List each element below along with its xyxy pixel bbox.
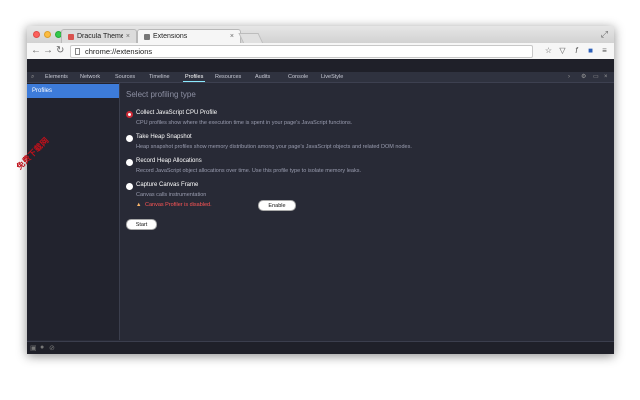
dock-icon[interactable]: ▭ [593,72,599,82]
back-arrow-icon[interactable]: ← [31,44,41,58]
tab-sources[interactable]: Sources [115,72,135,82]
tab-favicon-icon [68,33,74,40]
option-description: Canvas calls instrumentation [136,192,207,198]
tab-network[interactable]: Network [80,72,100,82]
function-icon[interactable]: f [571,45,582,56]
canvas-warning: ▲ Canvas Profiler is disabled. [136,202,212,208]
tab-audits[interactable]: Audits [255,72,270,82]
browser-window: Dracula Theme for DevTo × Extensions × ⤢… [27,26,614,354]
option-title: Collect JavaScript CPU Profile [136,110,218,116]
panel-heading: Select profiling type [126,90,196,99]
radio-canvas-frame[interactable] [126,183,133,190]
close-tab-icon[interactable]: × [230,33,234,40]
profiles-sidebar: Profiles [27,83,120,340]
search-icon[interactable]: ⌕ [31,72,34,82]
dock-toggle-icon[interactable]: ▣ [30,344,37,352]
page-icon [75,48,80,55]
clear-icon[interactable]: ⊘ [49,344,55,352]
tab-resources[interactable]: Resources [215,72,241,82]
gear-icon[interactable]: ⚙ [581,72,586,82]
fullscreen-icon[interactable]: ⤢ [601,29,608,40]
warning-text: Canvas Profiler is disabled. [144,202,212,208]
address-bar[interactable]: chrome://extensions [70,45,533,58]
pocket-icon[interactable]: ▽ [557,45,568,56]
option-description: CPU profiles show where the execution ti… [136,120,353,126]
tab-title: Extensions [153,33,188,40]
tab-profiles[interactable]: Profiles [182,72,206,82]
window-controls [33,31,62,38]
close-tab-icon[interactable]: × [126,33,130,40]
minimize-window-icon[interactable] [44,31,51,38]
radio-cpu-profile[interactable] [126,111,133,118]
option-title: Take Heap Snapshot [136,134,192,140]
start-button[interactable]: Start [126,219,157,230]
warning-icon: ▲ [136,202,142,208]
enable-button[interactable]: Enable [258,200,296,211]
option-title: Record Heap Allocations [136,158,202,164]
reload-icon[interactable]: ↻ [56,44,64,58]
option-description: Record JavaScript object allocations ove… [136,168,361,174]
tab-title: Dracula Theme for DevTo [77,33,123,40]
menu-icon[interactable]: ≡ [599,45,610,56]
devtools-tabbar: ⌕ Elements Network Sources Timeline Prof… [27,72,614,83]
tab-elements[interactable]: Elements [45,72,68,82]
star-bookmark-icon[interactable]: ☆ [543,45,554,56]
option-title: Capture Canvas Frame [136,182,199,188]
sidebar-item-profiles[interactable]: Profiles [27,84,119,98]
devtools-statusbar: ▣ ● ⊘ [27,341,614,354]
puzzle-icon [144,33,150,40]
console-drawer-icon[interactable]: › [568,72,570,82]
profiles-panel: Select profiling type Collect JavaScript… [120,83,614,340]
page-area-top [27,59,614,72]
browser-tab-extensions[interactable]: Extensions × [137,29,241,43]
close-devtools-icon[interactable]: × [604,72,608,82]
option-description: Heap snapshot profiles show memory distr… [136,144,412,150]
tab-livestyle[interactable]: LiveStyle [321,72,343,82]
forward-arrow-icon[interactable]: → [43,44,53,58]
radio-heap-allocations[interactable] [126,159,133,166]
browser-toolbar: ← → ↻ chrome://extensions ☆ ▽ f ■ ≡ [27,43,614,60]
record-icon[interactable]: ● [40,344,44,351]
address-url: chrome://extensions [85,47,153,56]
radio-heap-snapshot[interactable] [126,135,133,142]
tab-console[interactable]: Console [288,72,308,82]
close-window-icon[interactable] [33,31,40,38]
extension-icon[interactable]: ■ [585,45,596,56]
browser-tab-dracula[interactable]: Dracula Theme for DevTo × [61,29,137,43]
title-bar: Dracula Theme for DevTo × Extensions × ⤢ [27,26,614,44]
tab-timeline[interactable]: Timeline [149,72,170,82]
